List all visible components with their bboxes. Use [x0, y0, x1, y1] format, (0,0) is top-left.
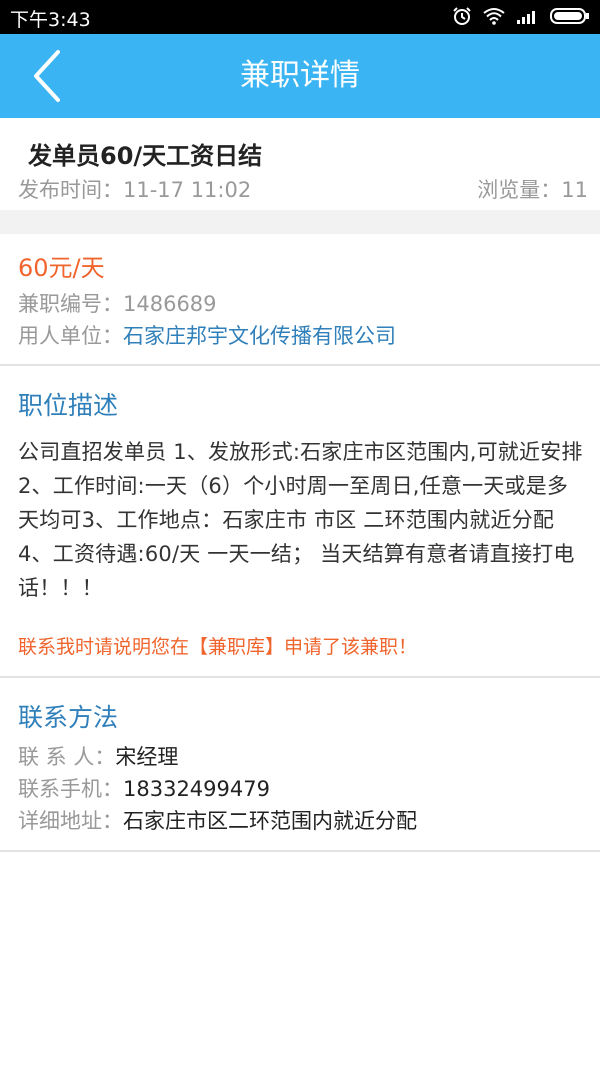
- description-heading: 职位描述: [18, 391, 119, 420]
- battery-icon: [550, 8, 589, 24]
- publish-time-label: 发布时间：: [18, 178, 123, 202]
- contact-address-row: 详细地址：石家庄市区二环范围内就近分配: [18, 805, 417, 835]
- contact-person-label: 联 系 人：: [18, 745, 116, 769]
- job-id-value: 1486689: [123, 292, 217, 316]
- job-id-label: 兼职编号：: [18, 292, 123, 316]
- job-title: 发单员60/天工资日结: [28, 142, 263, 170]
- contact-phone-label: 联系手机：: [18, 777, 123, 801]
- section-divider: [0, 210, 600, 234]
- alarm-icon: [453, 7, 471, 25]
- employer-label: 用人单位：: [18, 324, 123, 348]
- view-count-label: 浏览量：: [477, 178, 562, 202]
- job-id-row: 兼职编号：1486689: [18, 288, 217, 318]
- status-icons: [452, 6, 590, 26]
- contact-person-value: 宋经理: [115, 745, 179, 769]
- contact-address-value: 石家庄市区二环范围内就近分配: [123, 809, 417, 833]
- status-bar: 下午3:43: [0, 0, 600, 34]
- contact-person-row: 联 系 人：宋经理: [18, 741, 178, 771]
- contact-phone-row: 联系手机：18332499479: [18, 773, 270, 803]
- wage: 60元/天: [18, 254, 105, 282]
- publish-time: 发布时间：11-17 11:02: [18, 174, 251, 204]
- notice-text: 联系我时请说明您在【兼职库】申请了该兼职！: [18, 636, 418, 658]
- contact-heading: 联系方法: [18, 703, 119, 732]
- signal-icon: [517, 11, 535, 24]
- divider: [0, 364, 600, 366]
- app-bar: 兼职详情: [0, 34, 600, 118]
- description-text: 公司直招发单员 1、发放形式:石家庄市区范围内,可就近安排2、工作时间:一天（6…: [18, 440, 583, 600]
- page-title: 兼职详情: [240, 58, 360, 93]
- divider: [0, 676, 600, 678]
- status-time: 下午3:43: [10, 9, 91, 31]
- divider: [0, 850, 600, 852]
- publish-time-value: 11-17 11:02: [123, 178, 252, 202]
- employer-link[interactable]: 石家庄邦宇文化传播有限公司: [123, 324, 396, 348]
- contact-phone-value[interactable]: 18332499479: [123, 777, 270, 801]
- contact-address-label: 详细地址：: [18, 809, 123, 833]
- wifi-icon: [483, 8, 505, 25]
- employer-row: 用人单位：石家庄邦宇文化传播有限公司: [18, 320, 396, 350]
- view-count: 浏览量：11: [477, 174, 588, 204]
- view-count-value: 11: [561, 178, 588, 202]
